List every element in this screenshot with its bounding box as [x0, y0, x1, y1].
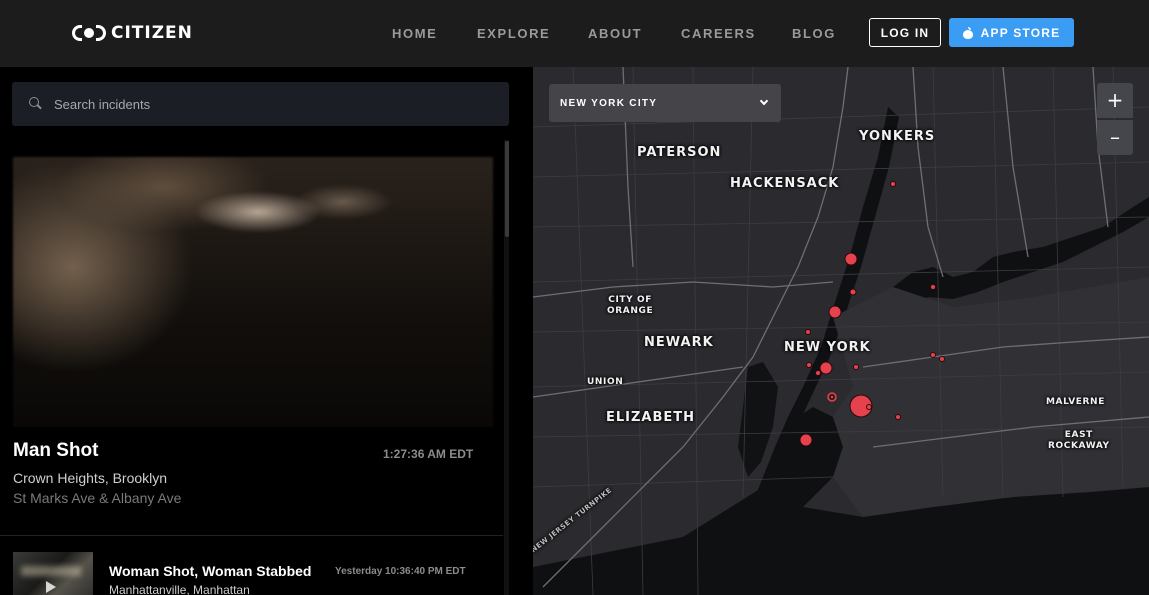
apple-icon: [962, 26, 973, 39]
app-store-label: APP STORE: [980, 25, 1061, 40]
incident-feed-panel: Man Shot 1:27:36 AM EDT Crown Heights, B…: [0, 67, 533, 595]
incident-marker: [844, 252, 858, 266]
map-label-new-york: NEW YORK: [784, 340, 871, 355]
zoom-out-button[interactable]: –: [1097, 120, 1133, 155]
incident-title: Woman Shot, Woman Stabbed: [109, 563, 312, 579]
featured-incident-card[interactable]: Man Shot 1:27:36 AM EDT Crown Heights, B…: [0, 155, 503, 536]
citizen-logo[interactable]: CITIZEN: [72, 20, 193, 46]
map-label-newark: NEWARK: [644, 335, 714, 350]
incident-marker: [849, 288, 857, 296]
incident-marker: [930, 284, 936, 290]
incident-marker: [828, 305, 842, 319]
incident-list-item[interactable]: Woman Shot, Woman Stabbed Yesterday 10:3…: [0, 551, 503, 595]
feed-scrollbar-thumb[interactable]: [505, 141, 509, 237]
city-select-dropdown[interactable]: NEW YORK CITY: [549, 84, 781, 122]
incident-street: St Marks Ave & Albany Ave: [13, 490, 182, 506]
city-select-value: NEW YORK CITY: [560, 97, 658, 109]
map-canvas: [533, 67, 1149, 595]
zoom-controls: + –: [1097, 83, 1133, 155]
incident-marker: [866, 404, 872, 410]
incident-marker: [819, 361, 833, 375]
map-label-union: UNION: [587, 377, 624, 387]
incident-marker: [890, 181, 896, 187]
incident-neighborhood: Crown Heights, Brooklyn: [13, 470, 168, 486]
nav-home-link[interactable]: HOME: [392, 26, 437, 41]
top-navigation-bar: CITIZEN HOME EXPLORE ABOUT CAREERS BLOG …: [0, 0, 1149, 67]
zoom-in-button[interactable]: +: [1097, 83, 1133, 118]
incident-marker: [829, 394, 835, 400]
map-label-yonkers: YONKERS: [859, 129, 936, 144]
login-button[interactable]: LOG IN: [869, 18, 941, 47]
play-icon: [46, 581, 56, 593]
nav-blog-link[interactable]: BLOG: [792, 26, 836, 41]
nav-about-link[interactable]: ABOUT: [588, 26, 642, 41]
incident-time: Yesterday 10:36:40 PM EDT: [335, 566, 466, 577]
map-label-paterson: PATERSON: [637, 145, 722, 160]
incident-marker: [799, 433, 813, 447]
incident-marker: [939, 356, 945, 362]
map-label-east-rockaway: EAST ROCKAWAY: [1048, 430, 1110, 451]
incident-marker: [930, 352, 936, 358]
citizen-logo-icon: [72, 21, 106, 45]
incident-marker: [815, 370, 821, 376]
logo-text: CITIZEN: [111, 23, 193, 43]
search-bar: [12, 82, 509, 126]
map-label-malverne: MALVERNE: [1046, 397, 1105, 407]
nav-careers-link[interactable]: CAREERS: [681, 26, 756, 41]
map-label-hackensack: HACKENSACK: [730, 176, 840, 191]
app-store-button[interactable]: APP STORE: [949, 18, 1074, 47]
map-label-elizabeth: ELIZABETH: [606, 410, 696, 425]
incident-map[interactable]: NEW YORK CITY + – YONKERS PATERSON HACKE…: [533, 67, 1149, 595]
nav-explore-link[interactable]: EXPLORE: [477, 26, 550, 41]
chevron-down-icon: [759, 96, 769, 106]
incident-time: 1:27:36 AM EDT: [383, 447, 474, 461]
search-input[interactable]: [54, 82, 494, 126]
map-label-city-of-orange: CITY OF ORANGE: [607, 295, 654, 316]
incident-marker: [805, 329, 811, 335]
incident-video-thumbnail[interactable]: [13, 157, 493, 427]
search-icon: [29, 97, 42, 110]
incident-thumbnail: [13, 552, 93, 595]
incident-title: Man Shot: [13, 440, 99, 461]
incident-marker: [895, 414, 901, 420]
incident-marker: [806, 362, 812, 368]
incident-neighborhood: Manhattanville, Manhattan: [109, 583, 250, 595]
incident-marker: [853, 364, 859, 370]
